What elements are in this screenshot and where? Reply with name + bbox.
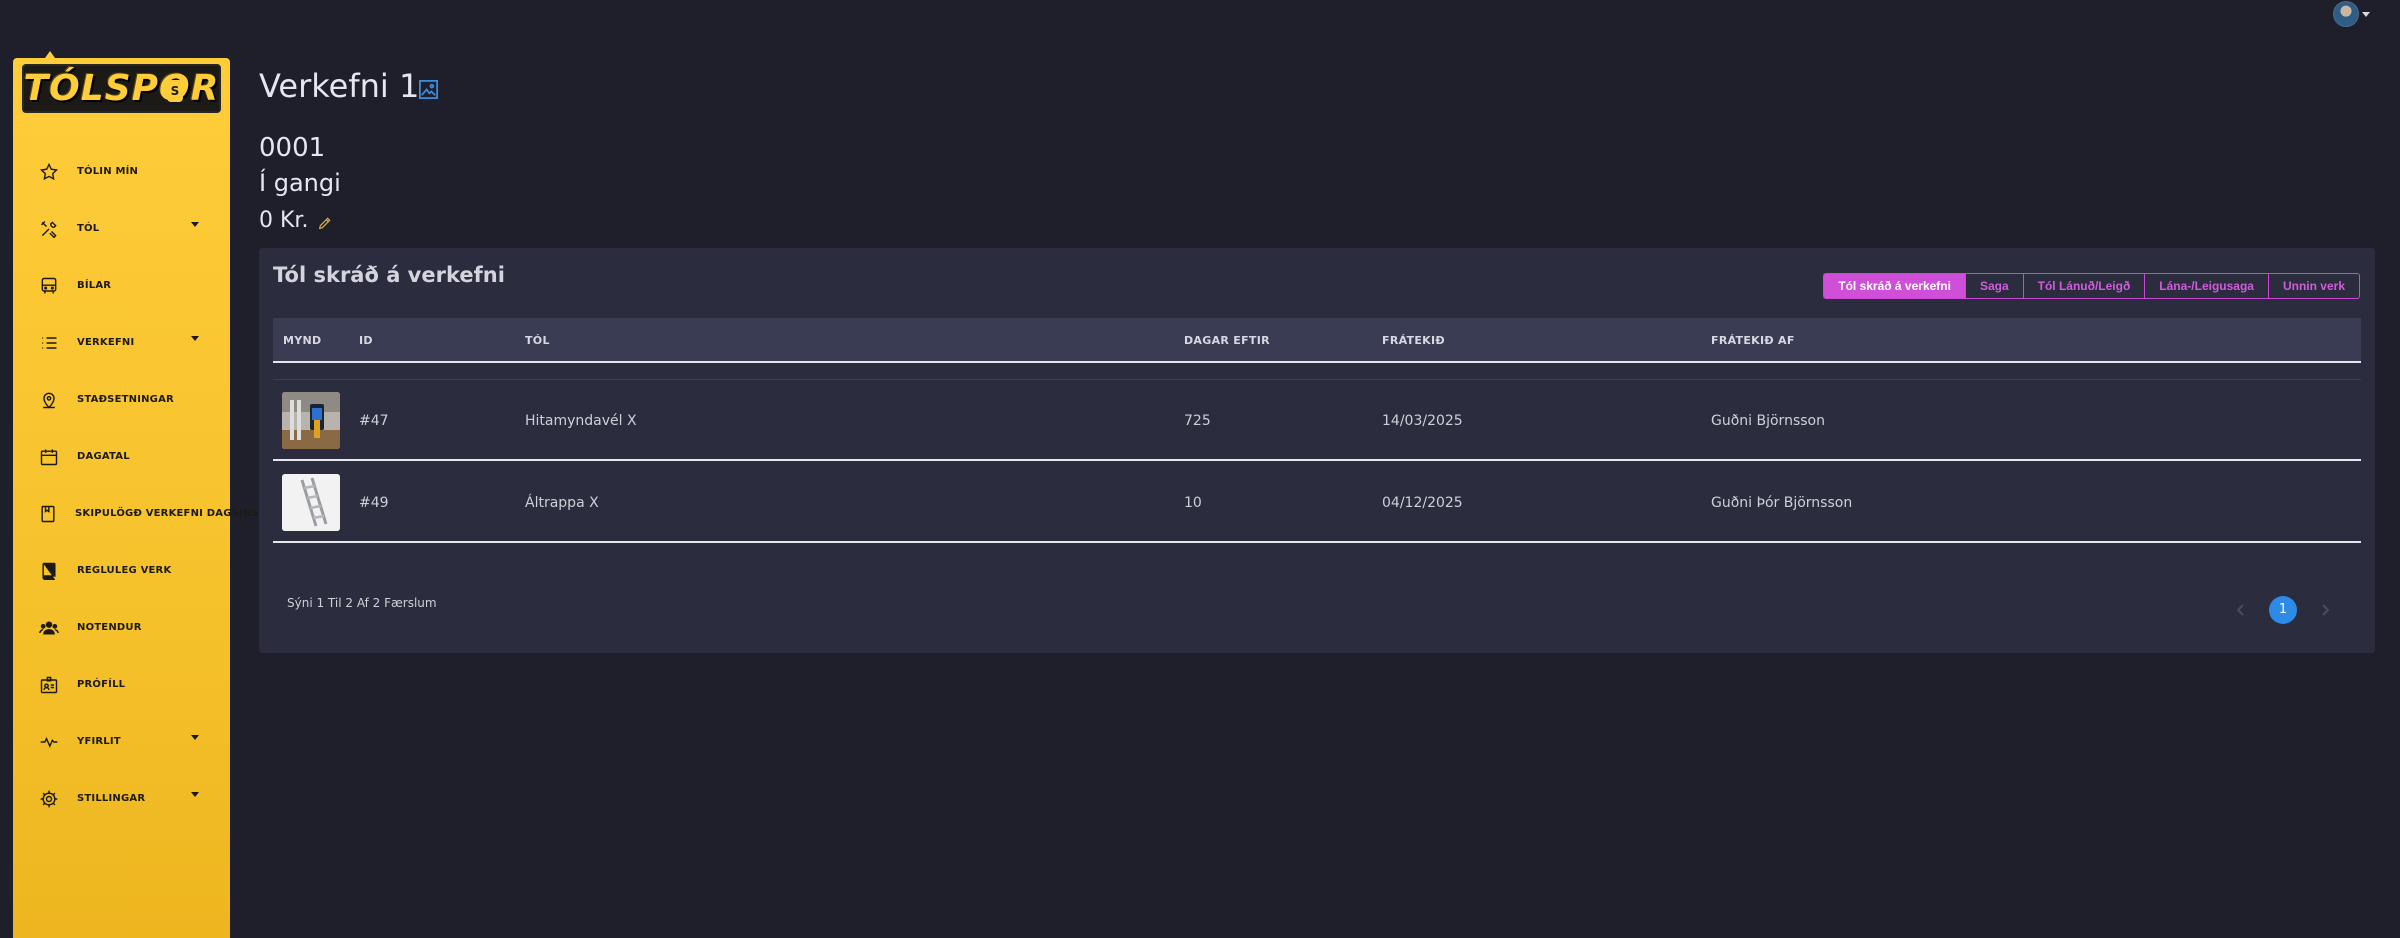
column-header-mynd[interactable]: MYND — [283, 318, 321, 363]
sidebar-item-label: STILLINGAR — [77, 793, 146, 804]
sidebar-item-yfirlit[interactable]: YFIRLIT — [13, 713, 230, 770]
tool-id: #49 — [359, 495, 389, 511]
list-icon — [38, 332, 60, 354]
location-icon — [38, 389, 60, 411]
sidebar-caret-icon — [45, 51, 55, 58]
gear-icon — [38, 788, 60, 810]
sidebar-item-stillingar[interactable]: STILLINGAR — [13, 770, 230, 827]
sidebar-item-verkefni[interactable]: VERKEFNI — [13, 314, 230, 371]
clipboard-icon — [38, 503, 58, 525]
table-info: Sýni 1 Til 2 Af 2 Færslum — [287, 596, 437, 610]
logo-badge: S — [167, 80, 183, 102]
project-number: 0001 — [259, 133, 326, 163]
pagination: 1 — [2231, 596, 2335, 624]
id-card-icon — [38, 674, 60, 696]
tab-loan-history[interactable]: Lána-/Leigusaga — [2144, 273, 2269, 299]
sidebar-item-bilar[interactable]: BÍLAR — [13, 257, 230, 314]
sidebar-item-label: TÓLIN MÍN — [77, 166, 139, 177]
tool-name[interactable]: Hitamyndavél X — [525, 381, 637, 461]
days-left: 725 — [1184, 413, 1211, 429]
card-title: Tól skráð á verkefni — [273, 263, 505, 287]
book-icon — [38, 560, 60, 582]
sidebar-item-label: PRÓFÍLL — [77, 679, 126, 690]
pencil-icon[interactable] — [317, 215, 333, 231]
sidebar-item-label: REGLULEG VERK — [77, 565, 172, 576]
sidebar: TÓLSPOR S TÓLIN MÍN TÓL BÍLAR VERKEFNI S… — [13, 58, 259, 938]
sidebar-item-profill[interactable]: PRÓFÍLL — [13, 656, 230, 713]
sidebar-item-reglulega-verk[interactable]: REGLULEG VERK — [13, 542, 230, 599]
divider — [273, 379, 2361, 380]
tab-loaned-tools[interactable]: Tól Lánuð/Leigð — [2022, 273, 2146, 299]
reserved-by: Guðni Björnsson — [1711, 413, 1825, 429]
sidebar-item-dagatal[interactable]: DAGATAL — [13, 428, 230, 485]
sidebar-item-notendur[interactable]: NOTENDUR — [13, 599, 230, 656]
column-header-dagar-eftir[interactable]: DAGAR EFTIR — [1184, 318, 1270, 363]
sidebar-item-label: NOTENDUR — [77, 622, 142, 633]
sidebar-item-label: BÍLAR — [77, 280, 112, 291]
sidebar-nav: TÓLIN MÍN TÓL BÍLAR VERKEFNI STAÐSETNING… — [13, 143, 259, 827]
column-header-fratekid-af[interactable]: FRÁTEKIÐ AF — [1711, 318, 1795, 363]
tool-thumbnail[interactable] — [282, 392, 340, 449]
calendar-icon — [38, 446, 60, 468]
user-avatar[interactable] — [2333, 1, 2359, 27]
table-row[interactable]: #49 Áltrappa X 10 04/12/2025 Guðni Þór B… — [273, 463, 2361, 543]
chevron-right-icon[interactable] — [2315, 596, 2335, 624]
activity-icon — [38, 731, 60, 753]
chevron-down-icon — [191, 792, 199, 797]
table-row[interactable]: #47 Hitamyndavél X 725 14/03/2025 Guðni … — [273, 381, 2361, 461]
chevron-down-icon — [191, 222, 199, 227]
tab-group: Tól skráð á verkefni Saga Tól Lánuð/Leig… — [1823, 273, 2360, 299]
reserved-date: 14/03/2025 — [1382, 413, 1463, 429]
image-icon[interactable] — [417, 78, 440, 101]
sidebar-item-skipulogd-verkefni[interactable]: SKIPULÖGÐ VERKEFNI DAGSINS — [13, 485, 259, 542]
star-icon — [38, 161, 60, 183]
bus-icon — [38, 275, 60, 297]
app-logo[interactable]: TÓLSPOR S — [22, 64, 221, 113]
column-header-id[interactable]: ID — [359, 318, 373, 363]
page-title: Verkefni 1 — [259, 67, 420, 105]
tool-thumbnail[interactable] — [282, 474, 340, 531]
reserved-date: 04/12/2025 — [1382, 495, 1463, 511]
tab-history[interactable]: Saga — [1964, 273, 2024, 299]
user-menu-caret-icon[interactable] — [2362, 12, 2370, 17]
tools-icon — [38, 218, 60, 240]
project-price: 0 Kr. — [259, 208, 309, 233]
sidebar-item-label: SKIPULÖGÐ VERKEFNI DAGSINS — [75, 508, 259, 519]
users-icon — [38, 617, 60, 639]
sidebar-item-tol[interactable]: TÓL — [13, 200, 230, 257]
tab-registered-tools[interactable]: Tól skráð á verkefni — [1823, 273, 1966, 299]
tools-card: Tól skráð á verkefni Tól skráð á verkefn… — [259, 248, 2375, 653]
column-header-fratekid[interactable]: FRÁTEKIÐ — [1382, 318, 1445, 363]
project-status: Í gangi — [259, 169, 341, 197]
reserved-by: Guðni Þór Björnsson — [1711, 495, 1853, 511]
logo-text: TÓLSPOR — [23, 68, 220, 109]
chevron-down-icon — [191, 735, 199, 740]
sidebar-item-label: VERKEFNI — [77, 337, 135, 348]
sidebar-item-tolin-min[interactable]: TÓLIN MÍN — [13, 143, 230, 200]
sidebar-item-stadsetningar[interactable]: STAÐSETNINGAR — [13, 371, 230, 428]
page-number-button[interactable]: 1 — [2269, 596, 2297, 624]
sidebar-item-label: DAGATAL — [77, 451, 130, 462]
chevron-left-icon[interactable] — [2231, 596, 2251, 624]
table-header: MYND ID TÓL DAGAR EFTIR FRÁTEKIÐ FRÁTEKI… — [273, 318, 2361, 363]
tab-completed-work[interactable]: Unnin verk — [2267, 273, 2360, 299]
column-header-tol[interactable]: TÓL — [525, 318, 550, 363]
tool-id: #47 — [359, 413, 389, 429]
sidebar-item-label: STAÐSETNINGAR — [77, 394, 174, 405]
sidebar-item-label: TÓL — [77, 223, 100, 234]
days-left: 10 — [1184, 495, 1202, 511]
chevron-down-icon — [191, 336, 199, 341]
tool-name[interactable]: Áltrappa X — [525, 463, 599, 543]
sidebar-item-label: YFIRLIT — [77, 736, 121, 747]
